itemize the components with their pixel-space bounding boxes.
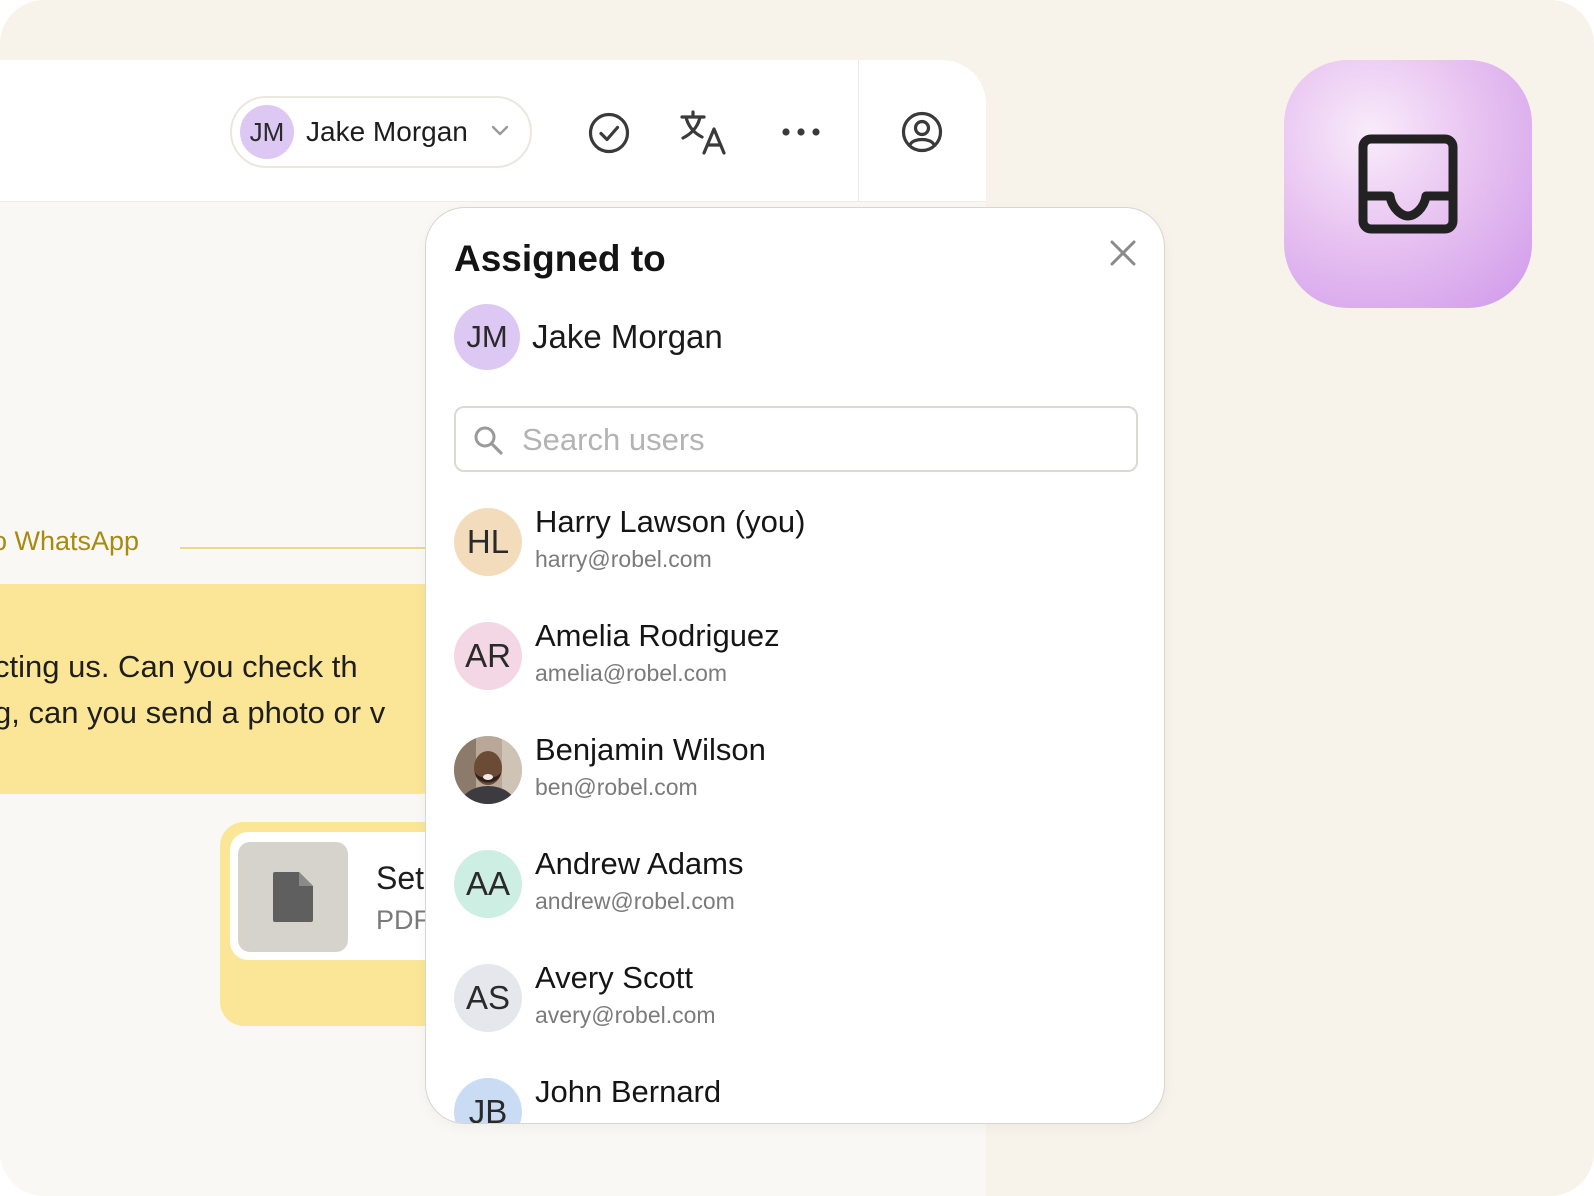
assignee-dropdown[interactable]: JM Jake Morgan (230, 96, 532, 168)
user-list-item[interactable]: AA Andrew Adams andrew@robel.com (454, 840, 1134, 940)
attachment-type: PDF (376, 905, 430, 935)
avatar: JM (240, 105, 294, 159)
avatar: AA (454, 850, 522, 918)
user-email: ben@robel.com (535, 774, 698, 800)
search-input[interactable] (520, 414, 1124, 466)
message-text: g, can you send a photo or v (0, 695, 386, 730)
attachment-name: Set (376, 860, 425, 896)
file-icon (273, 872, 313, 922)
message-bubble: cting us. Can you check th g, can you se… (0, 584, 440, 794)
user-list-item[interactable]: AR Amelia Rodriguez amelia@robel.com (454, 612, 1134, 712)
user-list-item[interactable]: JB John Bernard (454, 1068, 1134, 1123)
user-email: harry@robel.com (535, 546, 712, 572)
user-email: andrew@robel.com (535, 888, 735, 914)
check-circle-icon (588, 112, 630, 154)
user-name: Avery Scott (535, 960, 693, 995)
chevron-down-icon (491, 125, 509, 136)
translate-button[interactable] (676, 106, 732, 160)
resolve-button[interactable] (584, 108, 634, 158)
more-icon (782, 128, 820, 136)
avatar: HL (454, 508, 522, 576)
inbox-icon (1358, 134, 1458, 234)
current-assignee-name: Jake Morgan (532, 318, 723, 355)
message-text: cting us. Can you check th (0, 649, 358, 684)
user-email: amelia@robel.com (535, 660, 728, 686)
user-name: Amelia Rodriguez (535, 618, 780, 653)
search-icon (474, 426, 503, 455)
user-name: Benjamin Wilson (535, 732, 766, 767)
popover-title: Assigned to (454, 238, 666, 279)
current-assignee: JM Jake Morgan (454, 304, 723, 370)
app-frame: JM Jake Morgan o WhatsApp cting us. Can … (0, 0, 1594, 1196)
translate-icon (680, 110, 726, 155)
conversation-toolbar: JM Jake Morgan (0, 60, 986, 202)
search-field[interactable] (454, 406, 1138, 472)
user-name: Harry Lawson (you) (535, 504, 806, 539)
attachment-thumbnail (238, 842, 348, 952)
divider (180, 547, 440, 549)
assignee-name: Jake Morgan (306, 116, 468, 147)
avatar: JB (454, 1078, 522, 1123)
avatar-photo (454, 736, 522, 804)
user-name: John Bernard (535, 1074, 722, 1109)
user-list-item[interactable]: Benjamin Wilson ben@robel.com (454, 726, 1134, 826)
user-list-item[interactable]: HL Harry Lawson (you) harry@robel.com (454, 498, 1134, 598)
more-options-button[interactable] (778, 112, 824, 152)
assign-popover: Assigned to JM Jake Morgan HL Harry Lawso… (425, 207, 1165, 1124)
close-icon[interactable] (1108, 238, 1138, 268)
user-name: Andrew Adams (535, 846, 744, 881)
contact-profile-button[interactable] (898, 108, 946, 156)
user-circle-icon (901, 111, 943, 153)
user-email: avery@robel.com (535, 1002, 716, 1028)
channel-label: o WhatsApp (0, 526, 140, 556)
avatar: AR (454, 622, 522, 690)
avatar: AS (454, 964, 522, 1032)
inbox-tile (1284, 60, 1532, 308)
avatar: JM (454, 304, 520, 370)
user-list-item[interactable]: AS Avery Scott avery@robel.com (454, 954, 1134, 1054)
toolbar-divider (858, 60, 859, 201)
